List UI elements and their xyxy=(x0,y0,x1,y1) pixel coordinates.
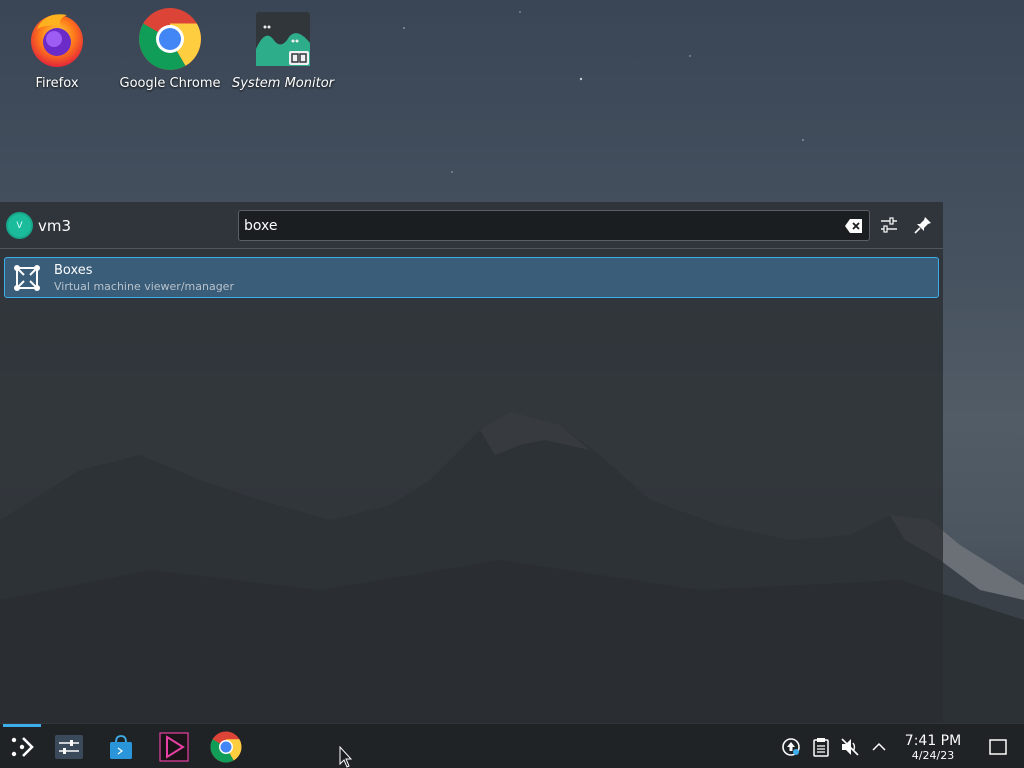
media-player-icon[interactable] xyxy=(157,730,191,764)
settings-icon[interactable] xyxy=(877,213,901,237)
system-monitor-icon xyxy=(250,6,316,72)
clock[interactable]: 7:41 PM 4/24/23 xyxy=(896,733,970,762)
krunner-panel: V vm3 boxe Boxes Virtual machine viewer/… xyxy=(0,202,943,723)
desktop-icon-firefox[interactable]: Firefox xyxy=(2,6,112,91)
show-desktop-icon[interactable] xyxy=(987,736,1009,758)
chrome-icon xyxy=(137,6,203,72)
user-avatar[interactable]: V xyxy=(6,212,33,239)
clipboard-icon[interactable] xyxy=(810,736,832,758)
app-launcher-icon[interactable] xyxy=(5,730,39,764)
desktop-icon-label: System Monitor xyxy=(231,76,335,91)
desktop-icon-google-chrome[interactable]: Google Chrome xyxy=(115,6,225,91)
clear-search-icon[interactable] xyxy=(845,218,863,234)
clock-date: 4/24/23 xyxy=(911,749,955,762)
boxes-icon xyxy=(11,262,43,294)
result-title: Boxes xyxy=(54,263,93,278)
active-indicator xyxy=(3,724,41,727)
search-field[interactable] xyxy=(238,210,870,241)
mouse-cursor-icon xyxy=(339,745,353,768)
desktop-icon-label: Google Chrome xyxy=(119,76,221,91)
search-result-item[interactable]: Boxes Virtual machine viewer/manager xyxy=(4,257,939,298)
user-name: vm3 xyxy=(38,217,72,235)
chrome-icon[interactable] xyxy=(209,730,243,764)
clock-time: 7:41 PM xyxy=(904,733,962,749)
chevron-up-icon[interactable] xyxy=(868,736,890,758)
update-icon[interactable] xyxy=(780,736,802,758)
search-input[interactable] xyxy=(244,215,834,237)
pin-icon[interactable] xyxy=(911,213,935,237)
discover-store-icon[interactable] xyxy=(104,730,138,764)
firefox-icon xyxy=(24,6,90,72)
taskbar: 7:41 PM 4/24/23 xyxy=(0,723,1024,768)
header-divider xyxy=(0,248,943,249)
system-settings-icon[interactable] xyxy=(52,730,86,764)
volume-muted-icon[interactable] xyxy=(839,736,861,758)
result-subtitle: Virtual machine viewer/manager xyxy=(54,280,234,293)
krunner-header: V vm3 xyxy=(0,202,943,248)
desktop-icon-label: Firefox xyxy=(35,76,79,91)
desktop-icon-system-monitor[interactable]: System Monitor xyxy=(228,6,338,91)
